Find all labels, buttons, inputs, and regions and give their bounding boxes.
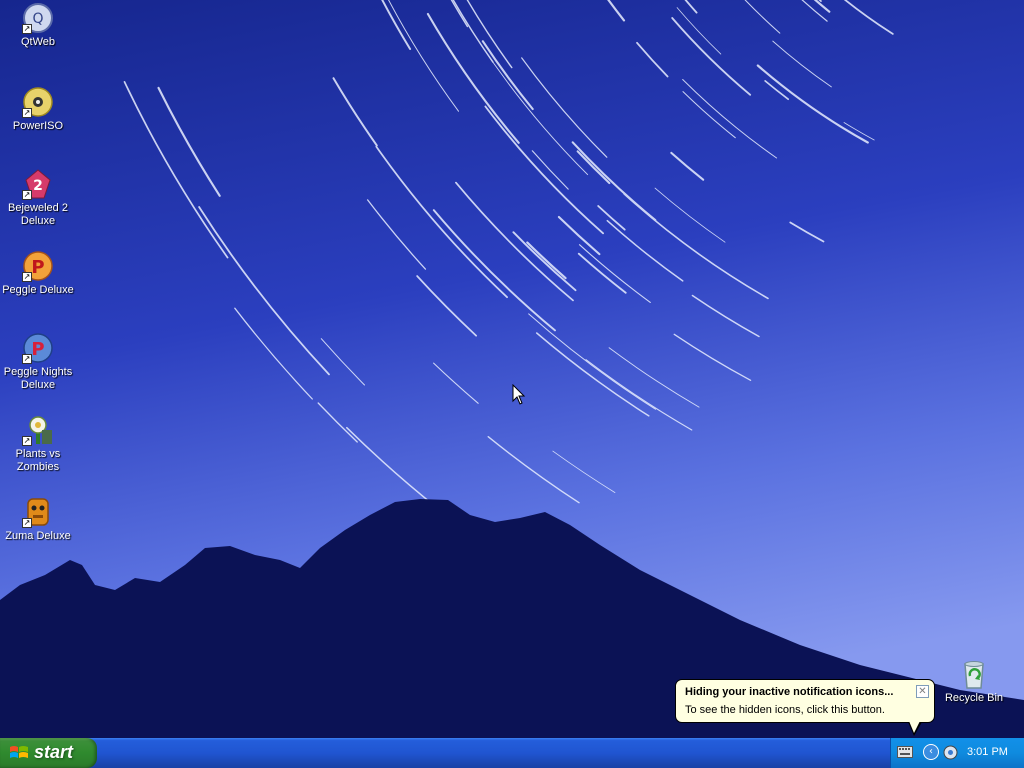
- desktop-icon-peggle-deluxe[interactable]: P ↗ Peggle Deluxe: [0, 250, 76, 297]
- desktop-icon-label: Plants vs Zombies: [15, 448, 61, 473]
- desktop-icon-label: QtWeb: [20, 36, 56, 48]
- notification-balloon[interactable]: Hiding your inactive notification icons.…: [675, 679, 935, 736]
- desktop-icon-peggle-nights-deluxe[interactable]: P ↗ Peggle Nights Deluxe: [0, 332, 76, 392]
- shortcut-arrow-icon: ↗: [22, 24, 32, 34]
- desktop-icon-label: Peggle Nights Deluxe: [3, 366, 73, 391]
- svg-text:P: P: [31, 339, 44, 360]
- desktop-icon-bejeweled-2-deluxe[interactable]: 2 ↗ Bejeweled 2 Deluxe: [0, 168, 76, 228]
- mouse-cursor-icon: [512, 384, 526, 405]
- desktop-icon-label: Zuma Deluxe: [5, 530, 71, 542]
- svg-text:Q: Q: [32, 11, 43, 27]
- balloon-message: To see the hidden icons, click this butt…: [685, 704, 885, 716]
- show-hidden-icons-button[interactable]: ‹: [923, 744, 939, 760]
- peggle-nights-icon: P ↗: [22, 332, 54, 364]
- taskbar-clock[interactable]: 3:01 PM: [967, 746, 1008, 758]
- system-tray: ‹ 3:01 PM: [890, 738, 1024, 768]
- bejeweled-icon: 2 ↗: [22, 168, 54, 200]
- network-icon[interactable]: [943, 745, 958, 760]
- shortcut-arrow-icon: ↗: [22, 518, 32, 528]
- qtweb-globe-icon: Q ↗: [22, 2, 54, 34]
- zuma-icon: ↗: [22, 496, 54, 528]
- start-label: start: [34, 742, 74, 762]
- plants-vs-zombies-icon: ↗: [22, 414, 54, 446]
- start-button[interactable]: start: [0, 738, 97, 768]
- desktop-icon-recycle-bin[interactable]: Recycle Bin: [936, 658, 1012, 705]
- windows-flag-icon: [10, 746, 28, 758]
- poweriso-disc-icon: ↗: [22, 86, 54, 118]
- svg-text:2: 2: [33, 178, 43, 194]
- desktop-icon-zuma-deluxe[interactable]: ↗ Zuma Deluxe: [0, 496, 76, 543]
- shortcut-arrow-icon: ↗: [22, 190, 32, 200]
- desktop-icon-label: Bejeweled 2 Deluxe: [8, 202, 68, 227]
- peggle-icon: P ↗: [22, 250, 54, 282]
- balloon-title: Hiding your inactive notification icons.…: [685, 686, 894, 698]
- desktop-icon-plants-vs-zombies[interactable]: ↗ Plants vs Zombies: [0, 414, 76, 474]
- shortcut-arrow-icon: ↗: [22, 436, 32, 446]
- recycle-bin-icon: [958, 658, 990, 690]
- desktop-icon-label: Recycle Bin: [944, 692, 1004, 704]
- svg-text:P: P: [31, 257, 44, 278]
- desktop-icon-qtweb[interactable]: Q ↗ QtWeb: [0, 2, 76, 49]
- balloon-close-icon[interactable]: ✕: [916, 685, 929, 698]
- keyboard-icon[interactable]: [897, 746, 913, 758]
- desktop-icon-label: PowerISO: [12, 120, 64, 132]
- shortcut-arrow-icon: ↗: [22, 108, 32, 118]
- taskbar: start ‹ 3:01 PM: [0, 738, 1024, 768]
- balloon-tail-fill: [909, 721, 920, 733]
- desktop-icon-label: Peggle Deluxe: [2, 284, 74, 296]
- shortcut-arrow-icon: ↗: [22, 354, 32, 364]
- shortcut-arrow-icon: ↗: [22, 272, 32, 282]
- desktop-icon-poweriso[interactable]: ↗ PowerISO: [0, 86, 76, 133]
